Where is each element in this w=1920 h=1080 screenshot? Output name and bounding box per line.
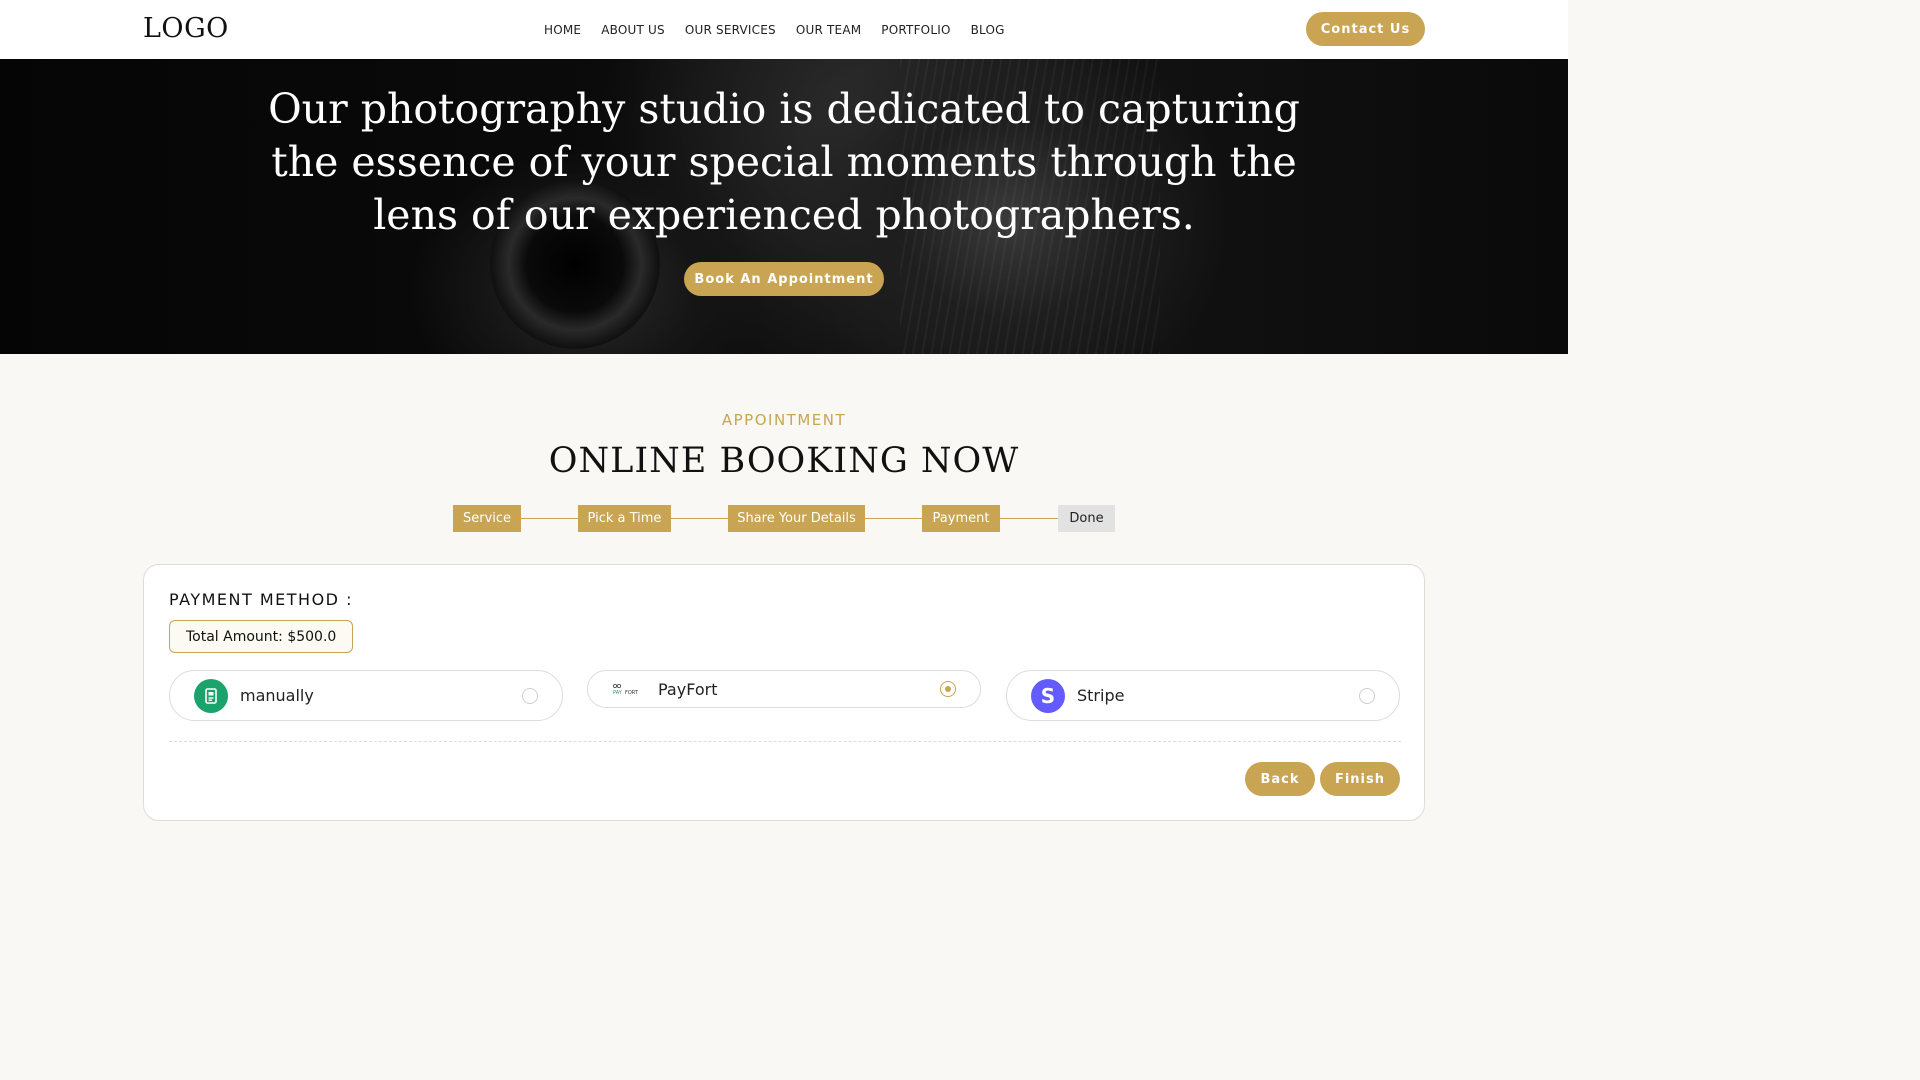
- nav-home[interactable]: HOME: [544, 23, 581, 37]
- hero-banner: Our photography studio is dedicated to c…: [0, 59, 1568, 354]
- step-connector: [521, 518, 578, 519]
- step-done[interactable]: Done: [1058, 505, 1115, 532]
- payment-option-label: manually: [240, 686, 314, 705]
- nav-about-us[interactable]: ABOUT US: [601, 23, 665, 37]
- contact-us-button[interactable]: Contact Us: [1306, 12, 1425, 46]
- step-payment[interactable]: Payment: [922, 505, 1000, 532]
- payment-card: PAYMENT METHOD : Total Amount: $500.0 ma…: [143, 564, 1425, 821]
- hero-heading: Our photography studio is dedicated to c…: [200, 83, 1368, 242]
- nav-blog[interactable]: BLOG: [971, 23, 1005, 37]
- step-connector: [865, 518, 922, 519]
- total-amount-badge: Total Amount: $500.0: [169, 620, 354, 653]
- step-connector: [1000, 518, 1058, 519]
- back-button[interactable]: Back: [1245, 762, 1315, 796]
- payment-option-payfort[interactable]: PAY FORT PayFort: [587, 670, 981, 708]
- svg-text:PAY: PAY: [613, 690, 623, 696]
- svg-text:FORT: FORT: [625, 690, 639, 696]
- nav-our-services[interactable]: OUR SERVICES: [685, 23, 776, 37]
- step-pick-a-time[interactable]: Pick a Time: [578, 505, 671, 532]
- payment-option-manually[interactable]: manually: [169, 670, 563, 721]
- hero-line-1: Our photography studio is dedicated to c…: [268, 85, 1300, 133]
- payment-method-label: PAYMENT METHOD :: [169, 590, 353, 609]
- stripe-icon: S: [1031, 678, 1065, 713]
- payment-option-stripe[interactable]: S Stripe: [1006, 670, 1400, 721]
- logo[interactable]: LOGO: [143, 13, 229, 44]
- radio-stripe[interactable]: [1359, 687, 1375, 704]
- finish-button[interactable]: Finish: [1320, 762, 1400, 796]
- nav-portfolio[interactable]: PORTFOLIO: [881, 23, 950, 37]
- booking-steps: Service Pick a Time Share Your Details P…: [453, 505, 1115, 532]
- step-connector: [671, 518, 728, 519]
- section-title: ONLINE BOOKING NOW: [548, 441, 1020, 481]
- payfort-logo-icon: PAY FORT: [612, 680, 646, 698]
- radio-payfort[interactable]: [940, 681, 956, 697]
- nav-our-team[interactable]: OUR TEAM: [796, 23, 861, 37]
- hero-line-2: the essence of your special moments thro…: [271, 138, 1297, 186]
- hero-line-3: lens of our experienced photographers.: [373, 191, 1195, 239]
- site-header: LOGO HOME ABOUT US OUR SERVICES OUR TEAM…: [0, 0, 1568, 59]
- step-share-your-details[interactable]: Share Your Details: [728, 505, 865, 532]
- section-eyebrow: APPOINTMENT: [721, 411, 847, 429]
- book-appointment-button[interactable]: Book An Appointment: [684, 262, 884, 296]
- payment-option-label: PayFort: [658, 679, 718, 699]
- cash-icon: [194, 678, 228, 713]
- main-nav: HOME ABOUT US OUR SERVICES OUR TEAM PORT…: [544, 23, 1005, 37]
- payment-option-label: Stripe: [1077, 686, 1125, 705]
- radio-manually[interactable]: [522, 687, 538, 704]
- step-service[interactable]: Service: [453, 505, 521, 532]
- card-divider: [169, 741, 1401, 742]
